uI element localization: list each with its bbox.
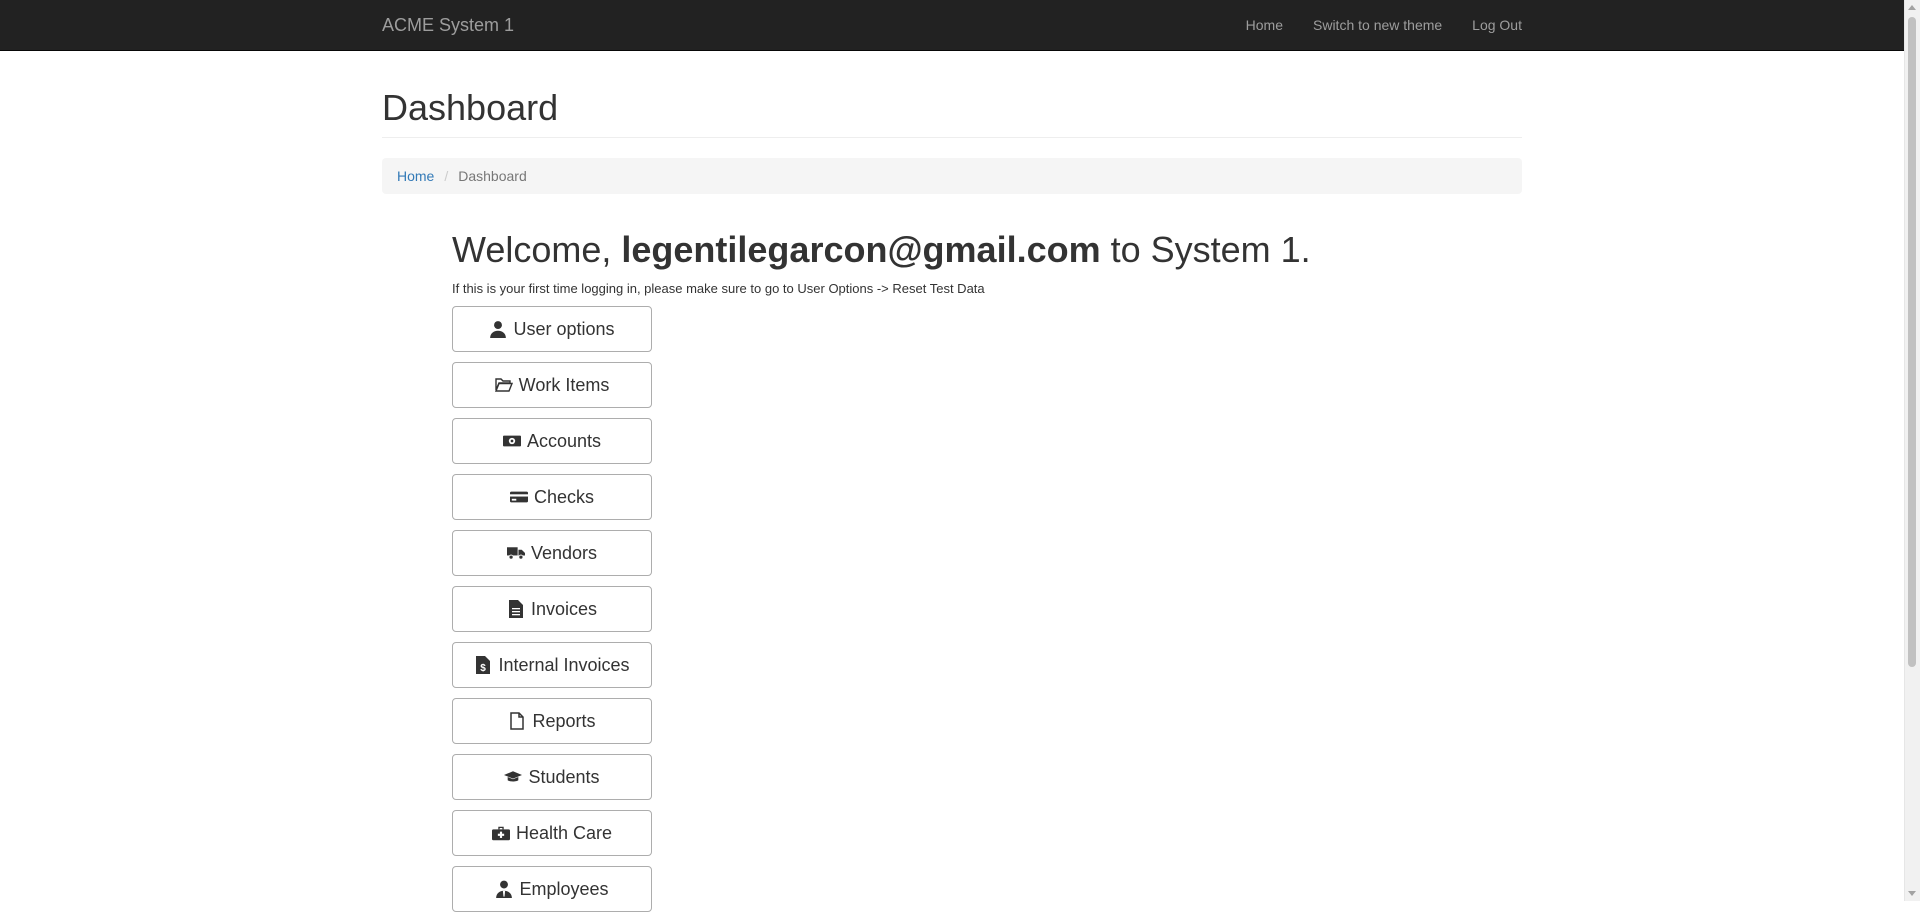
main-container: Dashboard Home / Dashboard Welcome, lege… bbox=[382, 50, 1522, 912]
graduation-cap-icon bbox=[504, 771, 523, 782]
page-title: Dashboard bbox=[382, 87, 559, 128]
reports-button[interactable]: Reports bbox=[452, 698, 652, 745]
welcome-heading: Welcome, legentilegarcon@gmail.com to Sy… bbox=[452, 228, 1522, 270]
employees-label: Employees bbox=[519, 878, 609, 899]
file-invoice-dollar-icon: $ bbox=[476, 656, 491, 675]
file-icon bbox=[510, 712, 525, 730]
employees-button[interactable]: Employees bbox=[452, 866, 652, 912]
internal-invoices-label: Internal Invoices bbox=[498, 654, 630, 675]
nav-home-link[interactable]: Home bbox=[1246, 0, 1283, 50]
scroll-up-arrow-icon[interactable] bbox=[1908, 5, 1916, 10]
money-icon bbox=[502, 435, 521, 447]
user-options-label: User options bbox=[513, 318, 615, 339]
scroll-down-arrow-icon[interactable] bbox=[1908, 891, 1916, 896]
vendors-label: Vendors bbox=[530, 542, 598, 563]
welcome-user-email: legentilegarcon@gmail.com bbox=[621, 228, 1101, 270]
welcome-prefix: Welcome, bbox=[452, 228, 622, 270]
nav-logout-link[interactable]: Log Out bbox=[1472, 0, 1522, 50]
students-button[interactable]: Students bbox=[452, 754, 652, 801]
vertical-scrollbar[interactable] bbox=[1904, 0, 1920, 901]
accounts-button[interactable]: Accounts bbox=[452, 418, 652, 465]
welcome-suffix: to System 1. bbox=[1100, 228, 1311, 270]
work-items-label: Work Items bbox=[518, 374, 610, 395]
invoices-button[interactable]: Invoices bbox=[452, 586, 652, 633]
reports-label: Reports bbox=[532, 710, 596, 731]
page-header: Dashboard bbox=[382, 88, 1522, 138]
health-care-button[interactable]: Health Care bbox=[452, 810, 652, 857]
dashboard-menu: User options Work Items Accounts Checks … bbox=[452, 306, 1522, 912]
top-navbar: ACME System 1 Home Switch to new theme L… bbox=[0, 0, 1905, 51]
user-tie-icon bbox=[496, 880, 513, 899]
accounts-label: Accounts bbox=[526, 430, 602, 451]
breadcrumb-separator: / bbox=[444, 167, 449, 184]
checks-button[interactable]: Checks bbox=[452, 474, 652, 521]
health-care-label: Health Care bbox=[515, 822, 613, 843]
credit-card-icon bbox=[509, 491, 528, 503]
internal-invoices-button[interactable]: $ Internal Invoices bbox=[452, 642, 652, 689]
breadcrumb: Home / Dashboard bbox=[382, 157, 1522, 194]
vendors-button[interactable]: Vendors bbox=[452, 530, 652, 577]
nav-switch-theme-link[interactable]: Switch to new theme bbox=[1313, 0, 1442, 50]
checks-label: Checks bbox=[533, 486, 595, 507]
user-icon bbox=[490, 321, 507, 339]
svg-text:$: $ bbox=[481, 663, 487, 674]
work-items-button[interactable]: Work Items bbox=[452, 362, 652, 409]
user-options-button[interactable]: User options bbox=[452, 306, 652, 353]
breadcrumb-current: Dashboard bbox=[458, 167, 527, 184]
file-text-icon bbox=[508, 600, 523, 619]
medkit-icon bbox=[491, 826, 510, 841]
truck-icon bbox=[506, 547, 525, 560]
folder-open-icon bbox=[494, 378, 513, 392]
students-label: Students bbox=[528, 766, 600, 787]
invoices-label: Invoices bbox=[530, 598, 598, 619]
first-login-note: If this is your first time logging in, p… bbox=[452, 281, 985, 297]
nav-links: Home Switch to new theme Log Out bbox=[1246, 0, 1522, 50]
scrollbar-thumb[interactable] bbox=[1908, 17, 1916, 667]
brand-link[interactable]: ACME System 1 bbox=[382, 0, 514, 50]
breadcrumb-home-link[interactable]: Home bbox=[397, 168, 434, 184]
dashboard-content: Welcome, legentilegarcon@gmail.com to Sy… bbox=[452, 228, 1522, 912]
